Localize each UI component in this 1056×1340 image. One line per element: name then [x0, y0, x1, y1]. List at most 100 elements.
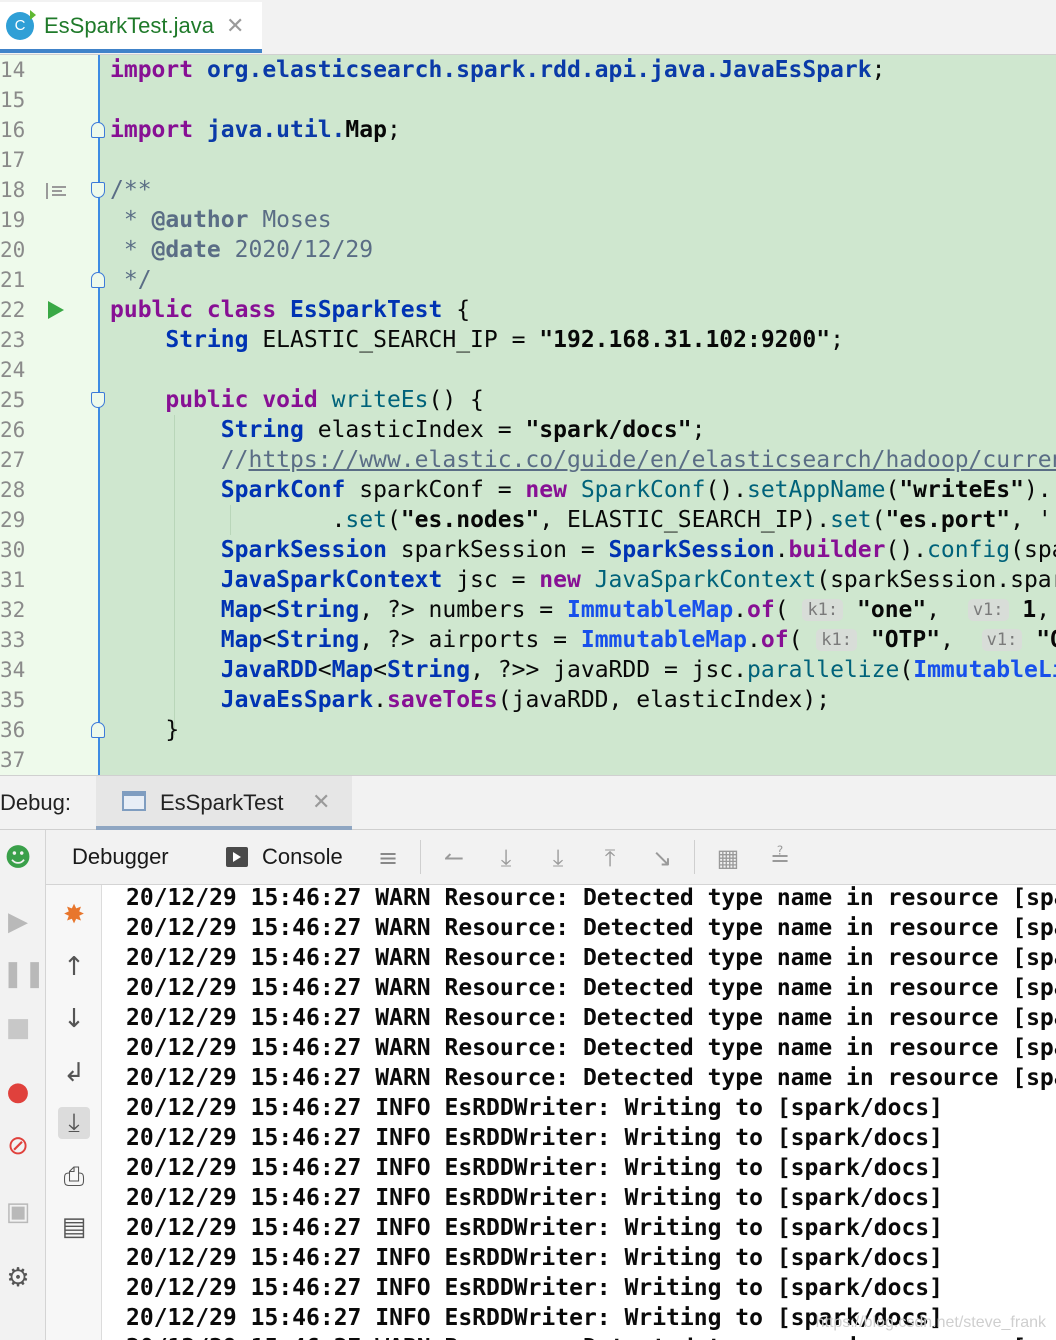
console-line: 20/12/29 15:46:27 INFO EsRDDWriter: Writ… — [126, 1215, 943, 1241]
code-token: Map — [345, 117, 387, 143]
editor-tab[interactable]: C EsSparkTest.java ✕ — [0, 2, 262, 53]
bug-icon[interactable]: ☻ — [2, 842, 34, 874]
trash-icon[interactable]: ▤ — [58, 1211, 90, 1243]
fold-marker-icon[interactable] — [91, 122, 105, 138]
console-output[interactable]: 20/12/29 15:46:27 WARN Resource: Detecte… — [102, 885, 1056, 1340]
code-line[interactable]: 27 //https://www.elastic.co/guide/en/ela… — [0, 445, 1056, 475]
run-to-cursor-icon[interactable]: ↘ — [648, 844, 676, 872]
code-line[interactable]: 26 String elasticIndex = "spark/docs"; — [0, 415, 1056, 445]
code-line[interactable]: 31 JavaSparkContext jsc = new JavaSparkC… — [0, 565, 1056, 595]
tab-debugger[interactable]: Debugger — [72, 844, 169, 870]
fold-marker-icon[interactable] — [91, 722, 105, 738]
fold-marker-icon[interactable] — [91, 272, 105, 288]
settings-icon[interactable]: ⚙ — [2, 1262, 34, 1294]
code-token: parallelize — [747, 657, 900, 683]
code-line[interactable]: 33 Map<String, ?> airports = ImmutableMa… — [0, 625, 1056, 655]
code-line[interactable]: 16 import java.util.Map; — [0, 115, 1056, 145]
code-line[interactable]: 18 /** — [0, 175, 1056, 205]
stop-icon[interactable]: ■ — [2, 1012, 34, 1044]
evaluate-expression-icon[interactable]: ▦ — [714, 844, 742, 872]
code-line[interactable]: 21 */ — [0, 265, 1056, 295]
code-token: set — [345, 507, 387, 533]
show-execution-point-icon[interactable]: ↼ — [440, 844, 468, 872]
code-token: import — [110, 117, 207, 143]
threads-icon[interactable]: ✸ — [58, 899, 90, 931]
code-token: String — [276, 627, 360, 653]
view-breakpoints-icon[interactable]: ● — [2, 1076, 34, 1108]
code-token: set — [830, 507, 872, 533]
code-line[interactable]: 29 .set("es.nodes", ELASTIC_SEARCH_IP).s… — [0, 505, 1056, 535]
code-token: String — [220, 417, 304, 443]
line-number: 25 — [0, 388, 26, 412]
code-line[interactable]: 24 — [0, 355, 1056, 385]
code-token: @author — [151, 207, 249, 233]
run-gutter-icon[interactable] — [48, 301, 64, 319]
step-into-icon[interactable]: ⤓ — [544, 844, 572, 872]
code-token: JavaRDD — [220, 657, 318, 683]
code-line[interactable]: 34 JavaRDD<Map<String, ?>> javaRDD = jsc… — [0, 655, 1056, 685]
debug-session-tab[interactable]: EsSparkTest ✕ — [96, 776, 352, 830]
close-tab-icon[interactable]: ✕ — [226, 13, 244, 39]
code-line[interactable]: 32 Map<String, ?> numbers = ImmutableMap… — [0, 595, 1056, 625]
code-line[interactable]: 28 SparkConf sparkConf = new SparkConf()… — [0, 475, 1056, 505]
code-text: SparkConf sparkConf = new SparkConf().se… — [110, 475, 1052, 505]
code-line[interactable]: 19 * @author Moses — [0, 205, 1056, 235]
up-arrow-icon[interactable]: ↑ — [58, 951, 90, 983]
render-doc-icon[interactable] — [46, 183, 68, 199]
code-line[interactable]: 20 * @date 2020/12/29 — [0, 235, 1056, 265]
line-number: 16 — [0, 118, 26, 142]
camera-icon[interactable]: ▣ — [2, 1196, 34, 1228]
code-token: . — [733, 597, 748, 623]
pause-icon[interactable]: ❚❚ — [2, 958, 46, 990]
code-token: 2020/12/29 — [220, 237, 374, 263]
code-token: ( — [774, 597, 803, 623]
code-line[interactable]: 35 JavaEsSpark.saveToEs(javaRDD, elastic… — [0, 685, 1056, 715]
code-text: String elasticIndex = "spark/docs"; — [110, 415, 706, 445]
menu-icon[interactable]: ≡ — [374, 844, 402, 872]
code-editor[interactable]: 14 import org.elasticsearch.spark.rdd.api… — [0, 55, 1056, 775]
print-icon[interactable]: ⎙ — [58, 1161, 90, 1193]
code-line[interactable]: 17 — [0, 145, 1056, 175]
code-line[interactable]: 23 String ELASTIC_SEARCH_IP = "192.168.3… — [0, 325, 1056, 355]
code-line[interactable]: 25 public void writeEs() { — [0, 385, 1056, 415]
code-token: ImmutableList — [913, 657, 1056, 683]
line-number: 23 — [0, 328, 26, 352]
line-number: 21 — [0, 268, 26, 292]
code-token: , — [940, 627, 982, 653]
scroll-to-end-icon[interactable]: ⤓ — [58, 1107, 90, 1139]
code-line[interactable]: 30 SparkSession sparkSession = SparkSess… — [0, 535, 1056, 565]
code-token: } — [110, 717, 180, 743]
code-line[interactable]: 22 public class EsSparkTest { — [0, 295, 1056, 325]
trace-icon[interactable]: ≟ — [766, 844, 794, 872]
code-line[interactable]: 15 — [0, 85, 1056, 115]
code-token: Moses — [248, 207, 332, 233]
code-line[interactable]: 36 } — [0, 715, 1056, 745]
code-token: < — [262, 627, 277, 653]
code-token: ; — [871, 57, 900, 83]
step-over-icon[interactable]: ⤓ — [492, 844, 520, 872]
tab-console[interactable]: Console — [262, 844, 343, 870]
line-number: 35 — [0, 688, 26, 712]
mute-breakpoints-icon[interactable]: ⊘ — [2, 1130, 34, 1162]
resume-icon[interactable]: ▶ — [2, 906, 34, 938]
code-token: . — [331, 507, 346, 533]
code-line[interactable]: 37 — [0, 745, 1056, 775]
close-session-icon[interactable]: ✕ — [312, 789, 330, 815]
java-class-icon: C — [6, 9, 36, 40]
down-arrow-icon[interactable]: ↓ — [58, 1003, 90, 1035]
code-token: ( — [871, 507, 886, 533]
code-token: , ?> numbers = — [359, 597, 567, 623]
code-line[interactable]: 14 import org.elasticsearch.spark.rdd.api… — [0, 55, 1056, 85]
step-out-icon[interactable]: ⤒ — [596, 844, 624, 872]
soft-wrap-icon[interactable]: ↲ — [58, 1057, 90, 1089]
fold-marker-icon[interactable] — [91, 182, 105, 198]
code-token: (). — [885, 537, 928, 563]
code-token: , ?> airports = — [359, 627, 581, 653]
code-token: sparkSession = — [386, 537, 609, 563]
line-number: 26 — [0, 418, 26, 442]
fold-marker-icon[interactable] — [91, 392, 105, 408]
code-text: public class EsSparkTest { — [110, 295, 470, 325]
code-token: ). — [1023, 477, 1052, 503]
